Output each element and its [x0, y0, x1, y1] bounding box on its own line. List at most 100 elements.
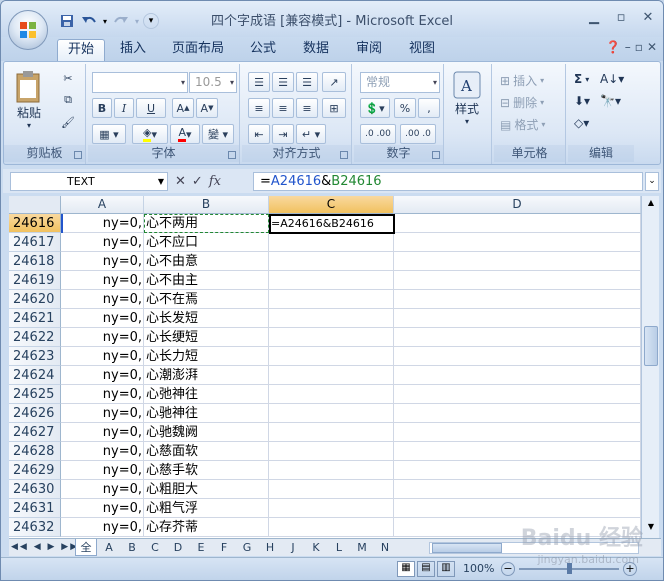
autosum-button[interactable]: Σ ▾ [574, 72, 589, 86]
sheet-tab[interactable]: J [282, 539, 304, 556]
row-header[interactable]: 24626 [9, 404, 61, 423]
cell-d[interactable] [394, 461, 641, 480]
row-header[interactable]: 24628 [9, 442, 61, 461]
cell-c[interactable] [269, 404, 394, 423]
row-header[interactable]: 24623 [9, 347, 61, 366]
ribbon-restore-icon[interactable]: ▫ [635, 40, 643, 54]
phonetic-icon[interactable]: 變 ▾ [202, 124, 234, 144]
sheet-tab[interactable]: B [121, 539, 143, 556]
cell-b[interactable]: 心长发短 [144, 309, 269, 328]
sheet-tab[interactable]: D [167, 539, 189, 556]
tab-insert[interactable]: 插入 [111, 39, 155, 61]
scroll-up-icon[interactable]: ▲ [644, 198, 658, 212]
align-bottom-icon[interactable]: ☰ [296, 72, 318, 92]
page-layout-view-icon[interactable]: ▤ [417, 561, 435, 577]
styles-button[interactable]: A 样式 ▾ [452, 70, 482, 126]
decrease-decimal-button[interactable]: .00 .0 [400, 124, 436, 144]
cell-a[interactable]: ny=0, [61, 290, 144, 309]
clipboard-launcher-icon[interactable] [74, 151, 82, 159]
col-header-a[interactable]: A [61, 196, 144, 214]
cell-b[interactable]: 心不两用 [144, 214, 269, 233]
help-icon[interactable]: ❓ [606, 40, 621, 54]
cancel-entry-icon[interactable]: ✕ [175, 174, 186, 189]
select-all-corner[interactable] [9, 196, 61, 214]
col-header-d[interactable]: D [394, 196, 641, 214]
number-format-combo[interactable]: 常规 ▾ [360, 72, 440, 93]
orientation-icon[interactable]: ↗ [322, 72, 346, 92]
cell-a[interactable]: ny=0, [61, 366, 144, 385]
row-header[interactable]: 24621 [9, 309, 61, 328]
align-center-icon[interactable]: ≡ [272, 98, 294, 118]
worksheet-grid[interactable]: A B C D 24616 ny=0, 心不两用 =A24616&B24616 2461… [9, 196, 641, 538]
row-header[interactable]: 24617 [9, 233, 61, 252]
comma-button[interactable]: , [418, 98, 440, 118]
cell-a[interactable]: ny=0, [61, 328, 144, 347]
close-icon[interactable]: ✕ [635, 7, 661, 27]
scroll-thumb[interactable] [644, 326, 658, 366]
align-right-icon[interactable]: ≡ [296, 98, 318, 118]
minimize-icon[interactable]: ▁ [581, 7, 607, 27]
font-launcher-icon[interactable] [228, 151, 236, 159]
ribbon-close-icon[interactable]: ✕ [647, 40, 657, 54]
cell-c[interactable] [269, 442, 394, 461]
fill-icon[interactable]: ⬇▾ [574, 94, 590, 108]
name-box[interactable]: TEXT ▼ [10, 172, 168, 191]
merge-center-icon[interactable]: ⊞ [322, 98, 346, 118]
cell-c[interactable] [269, 366, 394, 385]
h-scroll-thumb[interactable] [432, 543, 502, 553]
confirm-entry-icon[interactable]: ✓ [192, 174, 203, 189]
paste-button[interactable]: 粘贴 ▾ [14, 70, 44, 130]
fill-color-icon[interactable]: ◈ ▾ [132, 124, 168, 144]
insert-function-icon[interactable]: fx [209, 174, 221, 189]
col-header-b[interactable]: B [144, 196, 269, 214]
percent-button[interactable]: % [394, 98, 416, 118]
cell-a[interactable]: ny=0, [61, 252, 144, 271]
page-break-view-icon[interactable]: ▥ [437, 561, 455, 577]
sheet-tab[interactable]: G [236, 539, 258, 556]
cell-d[interactable] [394, 214, 641, 233]
increase-indent-icon[interactable]: ⇥ [272, 124, 294, 144]
formula-expand-icon[interactable]: ⌄ [645, 172, 659, 191]
cell-b[interactable]: 心粗气浮 [144, 499, 269, 518]
cell-b[interactable]: 心慈手软 [144, 461, 269, 480]
cell-b[interactable]: 心不应口 [144, 233, 269, 252]
sheet-tab[interactable]: F [213, 539, 235, 556]
tab-home[interactable]: 开始 [57, 39, 105, 61]
insert-cells-button[interactable]: ⊞ 插入 ▾ [500, 72, 544, 89]
cell-c[interactable] [269, 309, 394, 328]
vertical-scrollbar[interactable]: ▲ ▼ [641, 196, 659, 538]
cell-b[interactable]: 心长绠短 [144, 328, 269, 347]
cell-d[interactable] [394, 233, 641, 252]
cell-b[interactable]: 心不由意 [144, 252, 269, 271]
cell-c[interactable] [269, 252, 394, 271]
tab-page-layout[interactable]: 页面布局 [164, 39, 232, 61]
cell-c[interactable] [269, 328, 394, 347]
row-header[interactable]: 24619 [9, 271, 61, 290]
find-select-icon[interactable]: 🔭▾ [600, 94, 621, 108]
cell-a[interactable]: ny=0, [61, 214, 144, 233]
cell-c[interactable]: =A24616&B24616 [269, 214, 394, 233]
row-header[interactable]: 24629 [9, 461, 61, 480]
cell-b[interactable]: 心不在焉 [144, 290, 269, 309]
font-color-icon[interactable]: A ▾ [170, 124, 200, 144]
row-header[interactable]: 24631 [9, 499, 61, 518]
copy-icon[interactable]: ⧉ [58, 90, 78, 110]
cell-d[interactable] [394, 480, 641, 499]
row-header[interactable]: 24620 [9, 290, 61, 309]
cell-a[interactable]: ny=0, [61, 499, 144, 518]
ribbon-minimize-icon[interactable]: – [625, 40, 631, 54]
zoom-level[interactable]: 100% [463, 562, 494, 575]
align-left-icon[interactable]: ≡ [248, 98, 270, 118]
sheet-nav-icons[interactable]: ◀◀ ◀ ▶ ▶▶ [11, 539, 79, 556]
cell-d[interactable] [394, 366, 641, 385]
decrease-indent-icon[interactable]: ⇤ [248, 124, 270, 144]
sheet-tab[interactable]: H [259, 539, 281, 556]
cell-b[interactable]: 心弛神往 [144, 385, 269, 404]
underline-button[interactable]: U [136, 98, 166, 118]
sheet-tab[interactable]: K [305, 539, 327, 556]
cell-d[interactable] [394, 309, 641, 328]
cell-d[interactable] [394, 271, 641, 290]
cell-b[interactable]: 心不由主 [144, 271, 269, 290]
format-painter-icon[interactable]: 🖌 [58, 112, 78, 132]
row-header[interactable]: 24630 [9, 480, 61, 499]
